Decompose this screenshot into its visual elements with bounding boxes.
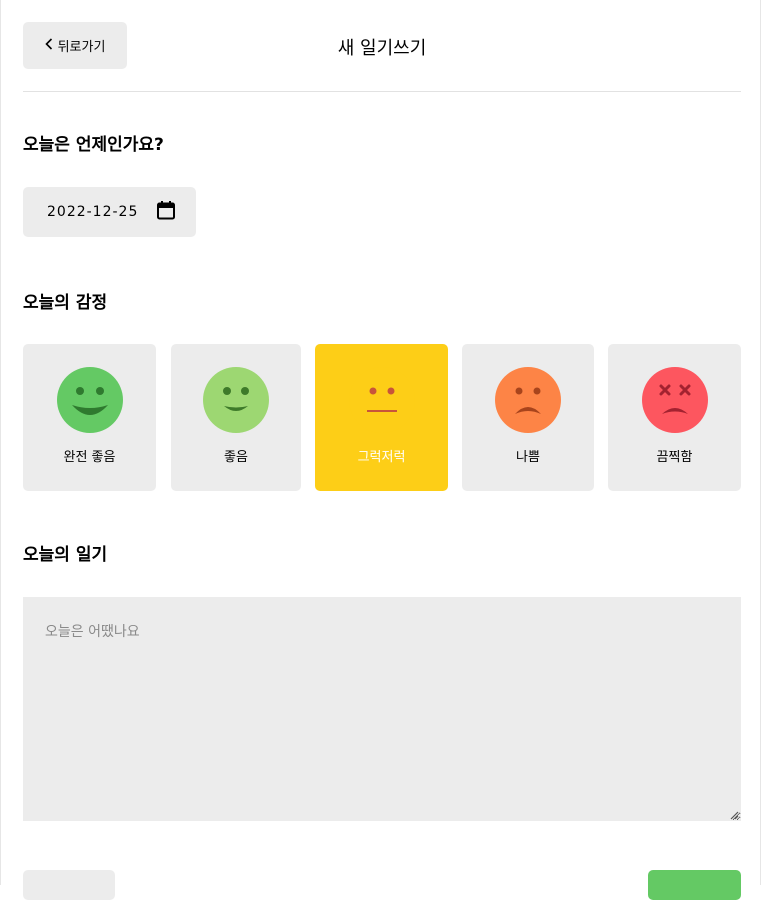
- date-input[interactable]: 2022-12-25: [23, 187, 196, 237]
- diary-textarea[interactable]: [23, 597, 741, 821]
- back-button[interactable]: 뒤로가기: [23, 22, 127, 69]
- terrible-face-icon: [641, 367, 708, 433]
- sad-face-icon: [495, 367, 561, 433]
- emotion-item-terrible[interactable]: 끔찍함: [608, 344, 741, 491]
- emotion-label: 그럭저럭: [357, 450, 406, 465]
- back-button-label: 뒤로가기: [57, 40, 106, 55]
- emotion-label: 좋음: [224, 450, 248, 465]
- emotion-label: 끔찍함: [656, 450, 693, 465]
- diary-section-title: 오늘의 일기: [23, 545, 108, 565]
- emotion-label: 완전 좋음: [63, 450, 116, 465]
- emotion-item-very-good[interactable]: 완전 좋음: [23, 344, 156, 491]
- page: 뒤로가기 새 일기쓰기 오늘은 언제인가요? 2022-12-25 오늘의 감정: [0, 0, 761, 900]
- emotion-section-title: 오늘의 감정: [23, 293, 108, 313]
- submit-button[interactable]: [648, 870, 741, 900]
- emotion-item-good[interactable]: 좋음: [171, 344, 301, 491]
- date-value: 2022-12-25: [47, 204, 139, 220]
- calendar-icon[interactable]: [156, 200, 176, 224]
- happy-face-icon: [203, 367, 269, 433]
- emotion-label: 나쁨: [516, 450, 540, 465]
- date-section-title: 오늘은 언제인가요?: [23, 135, 164, 155]
- very-happy-face-icon: [56, 367, 123, 433]
- header: 뒤로가기 새 일기쓰기: [23, 0, 741, 92]
- page-title: 새 일기쓰기: [337, 38, 427, 59]
- neutral-face-icon: [348, 367, 415, 433]
- emotion-item-bad[interactable]: 나쁨: [462, 344, 594, 491]
- emotion-list: 완전 좋음 좋음 그럭저럭 나쁨 끔찍함: [23, 344, 741, 491]
- emotion-item-okay[interactable]: 그럭저럭: [315, 344, 448, 491]
- chevron-left-icon: [44, 37, 53, 54]
- cancel-button[interactable]: [23, 870, 115, 900]
